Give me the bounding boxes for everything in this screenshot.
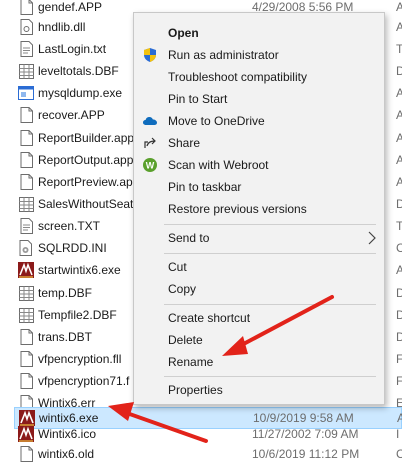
menu-item-share[interactable]: Share xyxy=(134,132,384,154)
menu-item-create-shortcut[interactable]: Create shortcut xyxy=(134,307,384,329)
app-file-icon xyxy=(18,329,34,345)
file-type: A xyxy=(396,175,402,189)
file-name: wintix6.old xyxy=(38,447,95,461)
menu-item-run-as-administrator[interactable]: Run as administrator xyxy=(134,44,384,66)
file-row[interactable]: wintix6.old 10/6/2019 11:12 PM C xyxy=(14,443,402,465)
menu-item-pin-to-taskbar-label: Pin to taskbar xyxy=(168,180,242,194)
app-file-icon xyxy=(18,446,34,462)
menu-item-send-to-label: Send to xyxy=(168,231,210,245)
file-type: C xyxy=(396,241,402,255)
menu-item-move-to-onedrive-label: Move to OneDrive xyxy=(168,114,265,128)
chevron-right-icon xyxy=(368,231,376,248)
menu-item-pin-to-start[interactable]: Pin to Start xyxy=(134,88,384,110)
file-type: A xyxy=(396,86,402,100)
menu-item-delete-label: Delete xyxy=(168,333,203,347)
menu-item-copy-label: Copy xyxy=(168,282,197,296)
menu-item-troubleshoot-compatibility[interactable]: Troubleshoot compatibility xyxy=(134,66,384,88)
menu-item-send-to[interactable]: Send to xyxy=(134,227,384,249)
file-type: F xyxy=(396,352,402,366)
ini-file-icon xyxy=(18,240,34,256)
menu-item-open[interactable]: Open xyxy=(134,22,384,44)
file-type: A xyxy=(396,108,402,122)
dbf-file-icon xyxy=(18,63,34,79)
file-type: T xyxy=(396,42,402,56)
menu-separator xyxy=(164,304,376,305)
file-type: I xyxy=(396,427,400,441)
file-type: D xyxy=(396,64,402,78)
menu-item-restore-previous-versions[interactable]: Restore previous versions xyxy=(134,198,384,220)
menu-item-share-label: Share xyxy=(168,136,201,150)
menu-item-cut-label: Cut xyxy=(168,260,187,274)
menu-separator xyxy=(164,253,376,254)
file-name: Wintix6.ico xyxy=(38,427,97,441)
file-type: C xyxy=(396,447,402,461)
menu-item-open-label: Open xyxy=(168,26,199,40)
text-file-icon xyxy=(18,218,34,234)
wintix-exe-icon xyxy=(18,262,34,278)
menu-separator xyxy=(164,224,376,225)
menu-item-troubleshoot-label: Troubleshoot compatibility xyxy=(168,70,307,84)
menu-item-rename[interactable]: Rename xyxy=(134,351,384,373)
menu-item-rename-label: Rename xyxy=(168,355,214,369)
menu-item-delete[interactable]: Delete xyxy=(134,329,384,351)
menu-separator xyxy=(164,376,376,377)
file-type: A xyxy=(396,263,402,277)
menu-item-properties[interactable]: Properties xyxy=(134,379,384,401)
menu-item-move-to-onedrive[interactable]: Move to OneDrive xyxy=(134,110,384,132)
file-row[interactable]: Wintix6.ico 11/27/2002 7:09 AM I xyxy=(14,423,402,445)
app-file-icon xyxy=(18,174,34,190)
file-type: D xyxy=(396,197,402,211)
app-file-icon xyxy=(18,0,34,15)
file-date-modified: 11/27/2002 7:09 AM xyxy=(252,427,359,441)
dll-file-icon xyxy=(18,19,34,35)
onedrive-cloud-icon xyxy=(142,113,158,129)
menu-item-cut[interactable]: Cut xyxy=(134,256,384,278)
file-type: D xyxy=(396,286,402,300)
dbf-file-icon xyxy=(18,307,34,323)
app-file-icon xyxy=(18,107,34,123)
file-type: A xyxy=(396,20,402,34)
menu-item-scan-with-webroot-label: Scan with Webroot xyxy=(168,158,269,172)
app-file-icon xyxy=(18,351,34,367)
menu-item-create-shortcut-label: Create shortcut xyxy=(168,311,251,325)
app-file-icon xyxy=(18,373,34,389)
app-file-icon xyxy=(18,130,34,146)
file-type: D xyxy=(396,330,402,344)
file-type: D xyxy=(396,308,402,322)
uac-shield-icon xyxy=(142,47,158,63)
dbf-file-icon xyxy=(18,285,34,301)
file-type: T xyxy=(396,219,402,233)
webroot-icon: W xyxy=(142,157,158,173)
menu-item-copy[interactable]: Copy xyxy=(134,278,384,300)
file-type: A xyxy=(396,153,402,167)
webroot-badge-letter: W xyxy=(146,161,155,171)
menu-item-restore-label: Restore previous versions xyxy=(168,202,307,216)
file-date-modified: 10/6/2019 11:12 PM xyxy=(252,447,360,461)
menu-item-scan-with-webroot[interactable]: W Scan with Webroot xyxy=(134,154,384,176)
text-file-icon xyxy=(18,41,34,57)
file-type: A xyxy=(396,131,402,145)
menu-item-run-as-administrator-label: Run as administrator xyxy=(168,48,279,62)
app-file-icon xyxy=(18,152,34,168)
exe-file-icon xyxy=(18,85,34,101)
share-icon xyxy=(142,135,158,151)
wintix-exe-icon xyxy=(18,426,34,442)
menu-item-pin-to-taskbar[interactable]: Pin to taskbar xyxy=(134,176,384,198)
menu-item-pin-to-start-label: Pin to Start xyxy=(168,92,228,106)
context-menu: Open Run as administrator Troubleshoot c… xyxy=(133,12,385,405)
file-type: A xyxy=(396,0,402,14)
file-type: F xyxy=(396,374,402,388)
dbf-file-icon xyxy=(18,196,34,212)
menu-item-properties-label: Properties xyxy=(168,383,223,397)
